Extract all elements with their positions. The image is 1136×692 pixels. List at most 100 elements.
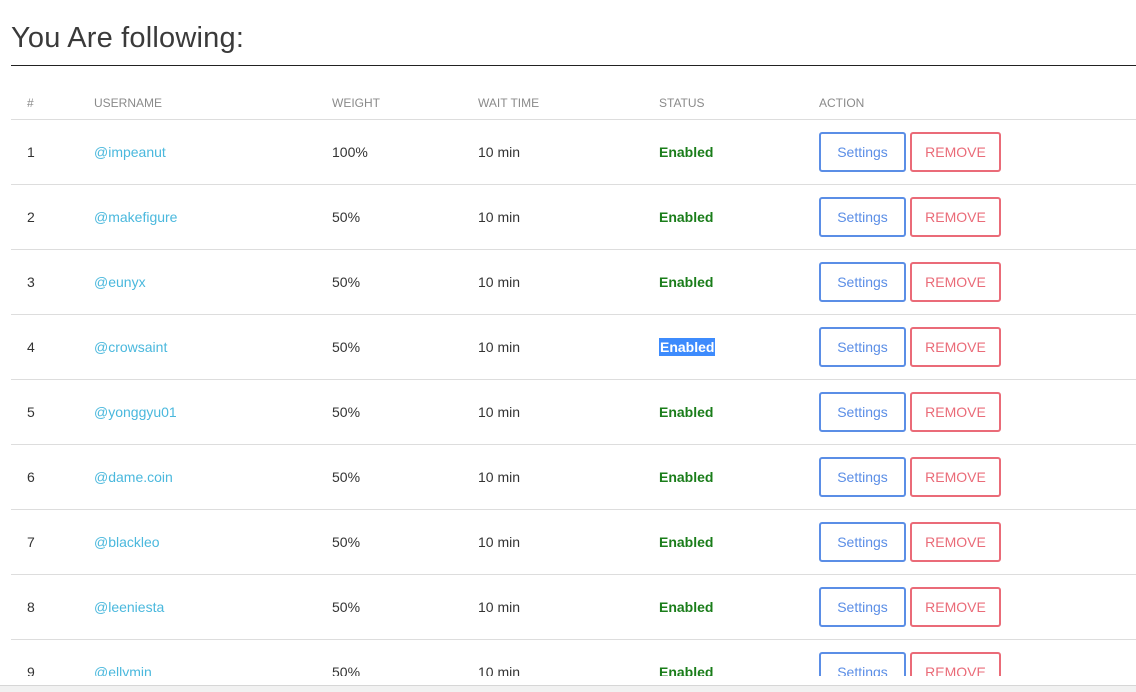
action-cell: Settings REMOVE [819, 119, 1136, 185]
row-number: 8 [11, 574, 94, 640]
wait-time-cell: 10 min [478, 119, 659, 185]
status-badge: Enabled [659, 664, 714, 676]
remove-button[interactable]: REMOVE [910, 327, 1001, 367]
remove-button[interactable]: REMOVE [910, 587, 1001, 627]
remove-button[interactable]: REMOVE [910, 522, 1001, 562]
wait-time-cell: 10 min [478, 184, 659, 250]
username-link[interactable]: @leeniesta [94, 599, 164, 615]
status-badge: Enabled [659, 599, 714, 615]
action-cell: Settings REMOVE [819, 639, 1136, 676]
username-link[interactable]: @eunyx [94, 274, 146, 290]
wait-time-cell: 10 min [478, 379, 659, 445]
table-row: 7 @blackleo 50% 10 min Enabled Settings REMOVE [11, 509, 1136, 575]
column-header-action: ACTION [819, 86, 1136, 120]
table-row: 6 @dame.coin 50% 10 min Enabled Settings REMOV… [11, 444, 1136, 510]
status-cell: Enabled [659, 314, 819, 380]
remove-button[interactable]: REMOVE [910, 132, 1001, 172]
username-link[interactable]: @yonggyu01 [94, 404, 177, 420]
settings-button[interactable]: Settings [819, 132, 906, 172]
row-number: 5 [11, 379, 94, 445]
table-body: 1 @impeanut 100% 10 min Enabled Settings REMOV… [11, 119, 1136, 676]
username-cell: @dame.coin [94, 444, 332, 510]
table-row: 9 @ellymin 50% 10 min Enabled Settings REMOVE [11, 639, 1136, 676]
action-cell: Settings REMOVE [819, 444, 1136, 510]
username-link[interactable]: @makefigure [94, 209, 177, 225]
status-badge: Enabled [659, 534, 714, 550]
weight-cell: 50% [332, 639, 478, 676]
remove-button[interactable]: REMOVE [910, 197, 1001, 237]
action-cell: Settings REMOVE [819, 249, 1136, 315]
column-header-weight: WEIGHT [332, 86, 478, 120]
remove-button[interactable]: REMOVE [910, 457, 1001, 497]
weight-cell: 50% [332, 249, 478, 315]
action-cell: Settings REMOVE [819, 574, 1136, 640]
status-cell: Enabled [659, 379, 819, 445]
row-number: 9 [11, 639, 94, 676]
table-row: 4 @crowsaint 50% 10 min Enabled Settings REMOV… [11, 314, 1136, 380]
username-cell: @crowsaint [94, 314, 332, 380]
row-number: 7 [11, 509, 94, 575]
table-row: 2 @makefigure 50% 10 min Enabled Settings REMO… [11, 184, 1136, 250]
weight-cell: 50% [332, 379, 478, 445]
title-divider [11, 65, 1136, 66]
table-row: 5 @yonggyu01 50% 10 min Enabled Settings REMOV… [11, 379, 1136, 445]
username-cell: @ellymin [94, 639, 332, 676]
settings-button[interactable]: Settings [819, 262, 906, 302]
column-header-status: STATUS [659, 86, 819, 120]
settings-button[interactable]: Settings [819, 522, 906, 562]
row-number: 1 [11, 119, 94, 185]
row-number: 2 [11, 184, 94, 250]
status-cell: Enabled [659, 574, 819, 640]
weight-cell: 50% [332, 444, 478, 510]
username-cell: @eunyx [94, 249, 332, 315]
column-header-username: USERNAME [94, 86, 332, 120]
status-cell: Enabled [659, 444, 819, 510]
username-cell: @yonggyu01 [94, 379, 332, 445]
column-header-num: # [11, 86, 94, 120]
wait-time-cell: 10 min [478, 639, 659, 676]
action-cell: Settings REMOVE [819, 379, 1136, 445]
username-link[interactable]: @impeanut [94, 144, 166, 160]
settings-button[interactable]: Settings [819, 457, 906, 497]
row-number: 4 [11, 314, 94, 380]
username-link[interactable]: @blackleo [94, 534, 160, 550]
username-link[interactable]: @dame.coin [94, 469, 173, 485]
row-number: 6 [11, 444, 94, 510]
following-page: You Are following: # USERNAME WEIGHT WAI… [0, 0, 1136, 692]
username-link[interactable]: @ellymin [94, 664, 152, 676]
remove-button[interactable]: REMOVE [910, 652, 1001, 676]
weight-cell: 50% [332, 314, 478, 380]
following-table-container[interactable]: # USERNAME WEIGHT WAIT TIME STATUS ACTIO… [11, 86, 1136, 676]
username-cell: @leeniesta [94, 574, 332, 640]
column-header-wait-time: WAIT TIME [478, 86, 659, 120]
weight-cell: 50% [332, 184, 478, 250]
settings-button[interactable]: Settings [819, 587, 906, 627]
username-cell: @makefigure [94, 184, 332, 250]
status-badge: Enabled [659, 274, 714, 290]
status-cell: Enabled [659, 119, 819, 185]
action-cell: Settings REMOVE [819, 314, 1136, 380]
settings-button[interactable]: Settings [819, 652, 906, 676]
status-cell: Enabled [659, 249, 819, 315]
remove-button[interactable]: REMOVE [910, 392, 1001, 432]
following-table: # USERNAME WEIGHT WAIT TIME STATUS ACTIO… [11, 86, 1136, 676]
row-number: 3 [11, 249, 94, 315]
table-row: 3 @eunyx 50% 10 min Enabled Settings REMOVE [11, 249, 1136, 315]
status-cell: Enabled [659, 639, 819, 676]
remove-button[interactable]: REMOVE [910, 262, 1001, 302]
weight-cell: 100% [332, 119, 478, 185]
horizontal-scrollbar[interactable] [0, 685, 1136, 692]
status-badge: Enabled [659, 404, 714, 420]
status-cell: Enabled [659, 184, 819, 250]
wait-time-cell: 10 min [478, 314, 659, 380]
username-link[interactable]: @crowsaint [94, 339, 167, 355]
wait-time-cell: 10 min [478, 444, 659, 510]
username-cell: @impeanut [94, 119, 332, 185]
wait-time-cell: 10 min [478, 249, 659, 315]
settings-button[interactable]: Settings [819, 197, 906, 237]
settings-button[interactable]: Settings [819, 392, 906, 432]
weight-cell: 50% [332, 509, 478, 575]
table-header-row: # USERNAME WEIGHT WAIT TIME STATUS ACTIO… [11, 86, 1136, 120]
weight-cell: 50% [332, 574, 478, 640]
settings-button[interactable]: Settings [819, 327, 906, 367]
